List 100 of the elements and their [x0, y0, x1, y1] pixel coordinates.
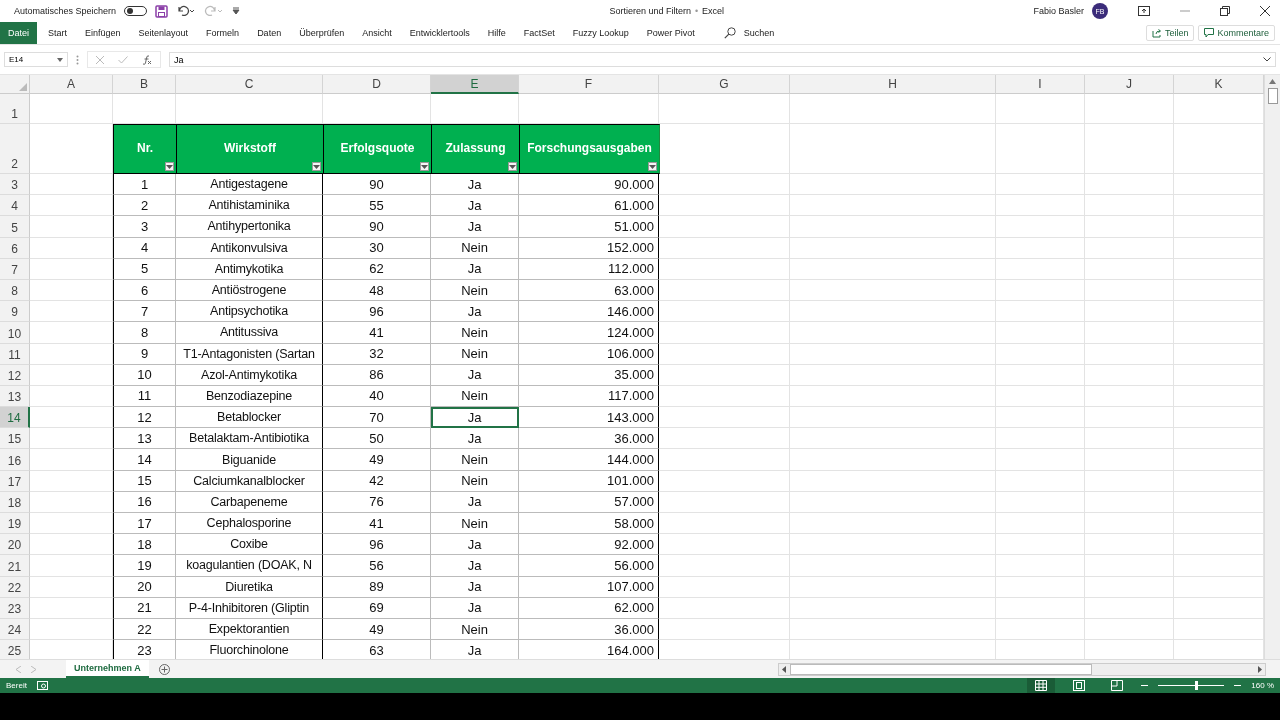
ribbon-tab[interactable]: Datei — [0, 22, 37, 44]
ribbon-tab[interactable]: Entwicklertools — [400, 22, 479, 44]
formula-input[interactable]: Ja — [169, 52, 1276, 67]
ribbon-tab[interactable]: Ansicht — [353, 22, 401, 44]
customize-icon[interactable] — [232, 7, 241, 15]
empty-cell[interactable] — [996, 449, 1085, 471]
empty-cell[interactable] — [1085, 322, 1174, 344]
empty-cell[interactable] — [996, 364, 1085, 386]
comments-button[interactable]: Kommentare — [1198, 25, 1275, 41]
function-icon[interactable] — [142, 54, 152, 65]
empty-cell[interactable] — [790, 407, 996, 429]
search-icon[interactable] — [723, 27, 736, 39]
row-header[interactable]: 10 — [0, 322, 30, 344]
share-button[interactable]: Teilen — [1145, 25, 1195, 41]
empty-cell[interactable] — [659, 576, 790, 598]
row-header[interactable]: 7 — [0, 258, 30, 280]
column-header[interactable]: B — [113, 75, 176, 94]
empty-cell[interactable] — [790, 322, 996, 344]
zoom-slider-thumb[interactable] — [1194, 681, 1198, 690]
column-header[interactable]: H — [790, 75, 996, 94]
scroll-left-icon[interactable] — [782, 665, 786, 673]
empty-cell[interactable] — [996, 322, 1085, 344]
ribbon-tab[interactable]: Fuzzy Lookup — [563, 22, 638, 44]
horizontal-scrollbar[interactable] — [778, 662, 1266, 676]
next-sheet-icon[interactable] — [31, 665, 36, 673]
empty-cell[interactable] — [659, 597, 790, 619]
empty-cell[interactable] — [790, 449, 996, 471]
empty-cell[interactable] — [790, 470, 996, 492]
row-header[interactable]: 19 — [0, 513, 30, 535]
scroll-right-icon[interactable] — [1258, 665, 1262, 673]
empty-cell[interactable] — [790, 195, 996, 217]
row-header[interactable]: 22 — [0, 576, 30, 598]
empty-cell[interactable] — [1085, 470, 1174, 492]
filter-button[interactable] — [165, 162, 174, 171]
empty-cell[interactable] — [1085, 513, 1174, 535]
empty-cell[interactable] — [996, 237, 1085, 259]
ribbon-tab[interactable]: Seitenlayout — [129, 22, 198, 44]
scrollbar-thumb[interactable] — [790, 663, 1092, 675]
row-header[interactable]: 24 — [0, 618, 30, 641]
sheet-tab[interactable]: Unternehmen A — [66, 660, 149, 678]
ribbon-tab[interactable]: Überprüfen — [290, 22, 354, 44]
empty-cell[interactable] — [659, 301, 790, 323]
empty-cell[interactable] — [1085, 407, 1174, 429]
empty-cell[interactable] — [790, 258, 996, 280]
empty-cell[interactable] — [659, 385, 790, 408]
empty-cell[interactable] — [659, 618, 790, 641]
undo-icon[interactable] — [176, 5, 197, 17]
empty-cell[interactable] — [790, 491, 996, 513]
empty-cell[interactable] — [659, 195, 790, 217]
filter-button[interactable] — [420, 162, 429, 171]
empty-cell[interactable] — [996, 216, 1085, 238]
row-header[interactable]: 23 — [0, 597, 30, 619]
empty-cell[interactable] — [1085, 237, 1174, 259]
select-all-icon[interactable] — [19, 83, 27, 91]
empty-cell[interactable] — [996, 513, 1085, 535]
row-header[interactable]: 13 — [0, 385, 30, 408]
scroll-up-icon[interactable] — [1269, 79, 1276, 84]
row-header[interactable]: 25 — [0, 640, 30, 659]
expand-icon[interactable] — [1263, 57, 1271, 62]
previous-sheet-icon[interactable] — [16, 665, 21, 673]
ribbon-tab[interactable]: Hilfe — [478, 22, 515, 44]
minimize-icon[interactable] — [1180, 10, 1190, 12]
empty-cell[interactable] — [790, 534, 996, 556]
empty-cell[interactable] — [996, 491, 1085, 513]
empty-cell[interactable] — [1085, 491, 1174, 513]
row-header[interactable]: 16 — [0, 449, 30, 471]
row-header[interactable]: 11 — [0, 343, 30, 365]
empty-cell[interactable] — [996, 279, 1085, 302]
empty-cell[interactable] — [790, 385, 996, 408]
close-icon[interactable] — [1260, 6, 1270, 16]
accessibility-icon[interactable] — [36, 681, 48, 690]
empty-cell[interactable] — [659, 322, 790, 344]
normal-view-button[interactable] — [1027, 678, 1056, 693]
row-header[interactable]: 18 — [0, 491, 30, 513]
column-header[interactable]: E — [431, 75, 519, 94]
empty-cell[interactable] — [790, 428, 996, 450]
empty-cell[interactable] — [996, 174, 1085, 196]
row-header[interactable]: 8 — [0, 279, 30, 302]
row-header[interactable]: 1 — [0, 94, 30, 124]
empty-cell[interactable] — [1085, 449, 1174, 471]
row-header[interactable]: 2 — [0, 124, 30, 174]
row-header[interactable]: 4 — [0, 195, 30, 217]
enter-icon[interactable] — [118, 55, 128, 64]
empty-cell[interactable] — [996, 343, 1085, 365]
column-header[interactable]: A — [30, 75, 113, 94]
empty-cell[interactable] — [659, 555, 790, 577]
empty-cell[interactable] — [790, 216, 996, 238]
empty-cell[interactable] — [659, 407, 790, 429]
empty-cell[interactable] — [790, 364, 996, 386]
row-header[interactable]: 17 — [0, 470, 30, 492]
row-header[interactable]: 6 — [0, 237, 30, 259]
empty-cell[interactable] — [790, 618, 996, 641]
dropdown-icon[interactable] — [57, 57, 63, 62]
empty-cell[interactable] — [996, 124, 1085, 174]
empty-cell[interactable] — [790, 343, 996, 365]
search-field[interactable]: Suchen — [735, 22, 783, 44]
empty-cell[interactable] — [659, 364, 790, 386]
zoom-out-icon[interactable] — [1141, 684, 1149, 687]
empty-cell[interactable] — [790, 513, 996, 535]
row-header[interactable]: 15 — [0, 428, 30, 450]
